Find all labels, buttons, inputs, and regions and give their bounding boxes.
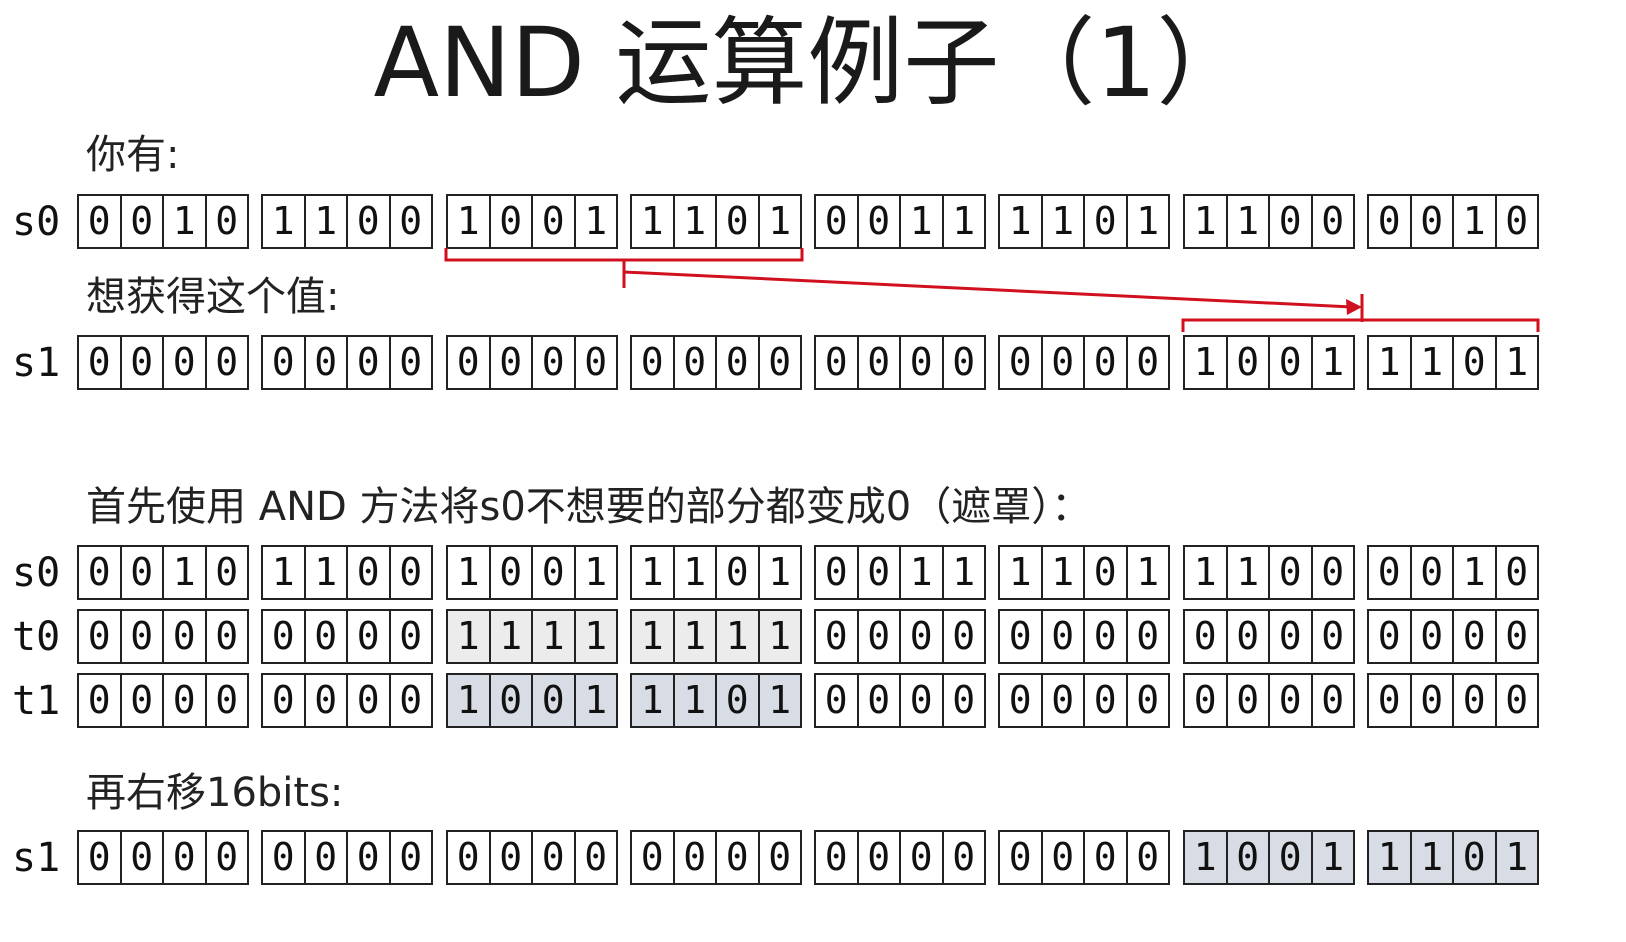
move-arrow xyxy=(623,270,1353,309)
arrow-head xyxy=(1346,299,1362,315)
bit-move-annotation xyxy=(444,248,1540,332)
source-bracket xyxy=(444,248,804,262)
